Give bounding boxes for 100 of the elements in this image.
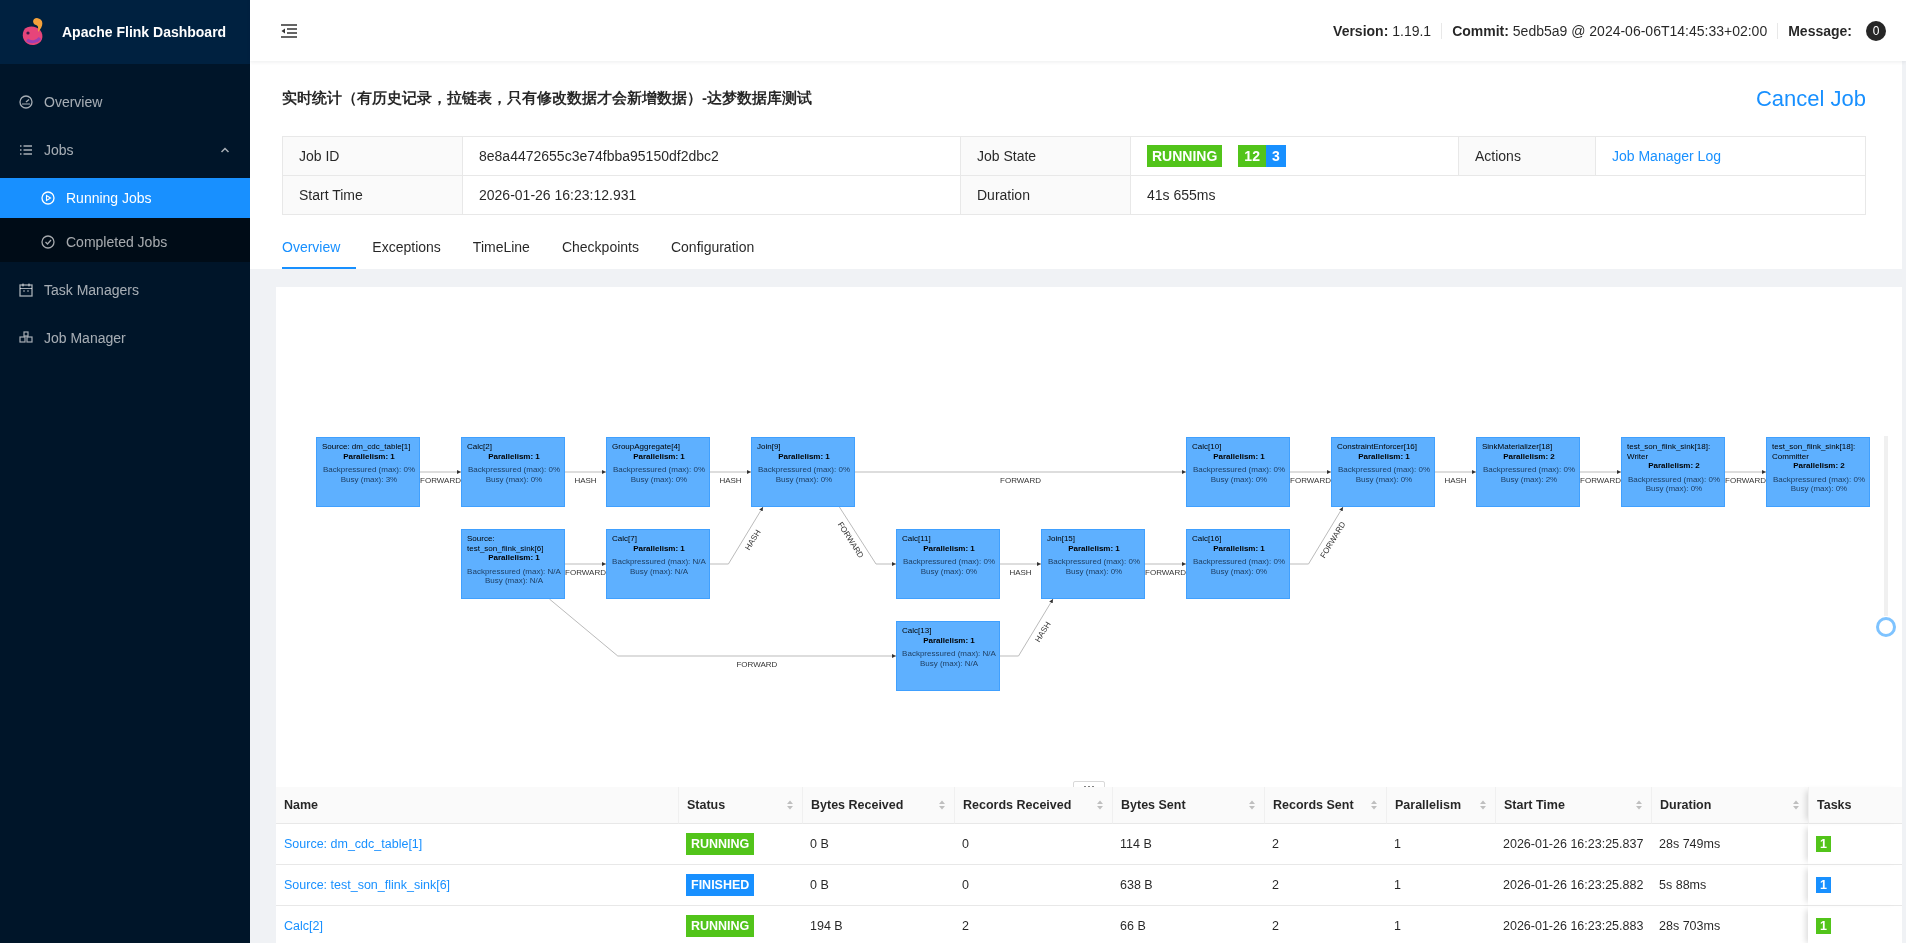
node-metric: Backpressured (max): N/A xyxy=(612,557,706,567)
node-metric: Backpressured (max): 0% xyxy=(323,465,415,475)
node-metric: Backpressured (max): 0% xyxy=(1048,557,1140,567)
task-count-badge: 1 xyxy=(1816,918,1831,934)
node-parallelism: Parallelism: 1 xyxy=(1068,543,1120,554)
node-title: Calc[13] xyxy=(902,626,932,636)
edge-label: HASH xyxy=(1009,568,1032,577)
node-title: Join[9] xyxy=(757,442,781,452)
check-circle-icon xyxy=(40,234,56,250)
node-metric: Busy (max): N/A xyxy=(629,566,689,577)
detail-label: Duration xyxy=(961,176,1131,214)
node-title: Calc[11] xyxy=(902,534,931,544)
operator-node[interactable]: Calc[7] Parallelism: 1 Backpressured (max): N/A Busy (max): N/A xyxy=(606,529,710,599)
node-metric: Busy (max): N/A xyxy=(484,576,544,586)
sidebar-item[interactable]: Completed Jobs xyxy=(0,222,250,262)
tab[interactable]: Configuration xyxy=(670,239,771,269)
operator-node[interactable]: SinkMaterializer[18] Parallelism: 2 Backpressured (max): 0% Busy (max): 2% xyxy=(1476,437,1580,507)
node-title: SinkMaterializer[18] xyxy=(1482,442,1553,452)
column-header[interactable]: Duration xyxy=(1651,787,1808,824)
table-cell: 2 xyxy=(1264,824,1386,865)
operator-node[interactable]: Calc[13] Parallelism: 1 Backpressured (max): N/A Busy (max): N/A xyxy=(896,621,1000,691)
node-parallelism: Parallelism: 1 xyxy=(488,553,540,563)
node-metric: Busy (max): 0% xyxy=(1210,566,1268,577)
calendar-icon xyxy=(18,282,34,298)
node-metric: Backpressured (max): 0% xyxy=(1193,557,1285,567)
operator-node[interactable]: Source: test_son_flink_sink[6] Parallelism: 1 Backpressured (max): N/A Busy (max): N/A xyxy=(461,529,565,599)
edge-arrow xyxy=(838,506,897,566)
zoom-slider-handle[interactable] xyxy=(1876,617,1896,637)
edge-label: FORWARD xyxy=(1145,568,1186,577)
node-metric: Busy (max): 0% xyxy=(1065,566,1123,577)
edge-arrow xyxy=(1434,470,1477,474)
node-parallelism: Parallelism: 1 xyxy=(633,543,685,554)
column-header[interactable]: Records Sent xyxy=(1264,787,1386,824)
node-metric: Backpressured (max): 0% xyxy=(1628,474,1720,485)
detail-label: Job State xyxy=(961,137,1131,176)
edge-label: HASH xyxy=(1444,476,1467,485)
operator-node[interactable]: test_son_flink_sink[18]: Writer Parallelism: 2 Backpressured (max): 0% Busy (max): 0% xyxy=(1621,437,1725,507)
sidebar-item[interactable]: Jobs xyxy=(0,126,250,174)
operator-node[interactable]: Calc[2] Parallelism: 1 Backpressured (max): 0% Busy (max): 0% xyxy=(461,437,565,507)
operator-node[interactable]: GroupAggregate[4] Parallelism: 1 Backpressured (max): 0% Busy (max): 0% xyxy=(606,437,710,507)
column-header[interactable]: Bytes Received xyxy=(802,787,954,824)
node-parallelism: Parallelism: 1 xyxy=(488,451,540,462)
node-title: Calc[16] xyxy=(1192,534,1222,544)
operator-node[interactable]: test_son_flink_sink[18]: Committer Parallelism: 2 Backpressured (max): 0% Busy (max): 0% xyxy=(1766,437,1870,507)
node-parallelism: Parallelism: 1 xyxy=(923,543,975,554)
table-cell: 1 xyxy=(1386,906,1495,943)
tab[interactable]: Checkpoints xyxy=(561,239,655,269)
tab[interactable]: Exceptions xyxy=(372,239,457,269)
column-header[interactable]: Parallelism xyxy=(1386,787,1495,824)
node-parallelism: Parallelism: 1 xyxy=(923,635,975,646)
task-count-badge: 1 xyxy=(1816,877,1831,893)
column-header[interactable]: Records Received xyxy=(954,787,1112,824)
operator-node[interactable]: ConstraintEnforcer[16] Parallelism: 1 Backpressured (max): 0% Busy (max): 0% xyxy=(1331,437,1435,507)
tab[interactable]: TimeLine xyxy=(472,239,546,269)
node-metric: Backpressured (max): 0% xyxy=(1483,465,1575,475)
edge-arrow xyxy=(1289,470,1332,474)
node-metric: Backpressured (max): 0% xyxy=(613,465,705,475)
job-title: 实时统计（有历史记录，拉链表，只有修改数据才会新增数据）-达梦数据库测试 xyxy=(282,89,812,108)
edge-arrow xyxy=(1579,470,1622,474)
node-metric: Backpressured (max): 0% xyxy=(1338,465,1430,475)
table-cell: 1 xyxy=(1386,865,1495,906)
list-icon xyxy=(18,142,34,158)
table-cell: 638 B xyxy=(1112,865,1264,906)
table-cell: 5s 88ms xyxy=(1651,865,1808,906)
operator-node[interactable]: Calc[16] Parallelism: 1 Backpressured (max): 0% Busy (max): 0% xyxy=(1186,529,1290,599)
node-metric: Busy (max): 0% xyxy=(485,474,543,485)
edge-label: FORWARD xyxy=(565,568,606,577)
edge-arrow xyxy=(1144,562,1187,566)
node-metric: Backpressured (max): N/A xyxy=(902,649,996,659)
node-title: test_son_flink_sink[18]: Writer xyxy=(1627,442,1712,462)
edge-label: HASH xyxy=(719,476,742,485)
table-cell: 2026-01-26 16:23:25.837 xyxy=(1495,824,1651,865)
operator-node[interactable]: Join[15] Parallelism: 1 Backpressured (max): 0% Busy (max): 0% xyxy=(1041,529,1145,599)
node-parallelism: Parallelism: 1 xyxy=(778,451,830,462)
edge-label: FORWARD xyxy=(1725,476,1766,485)
node-title: Calc[7] xyxy=(612,534,637,544)
edge-label: FORWARD xyxy=(1290,476,1331,485)
edge-label: FORWARD xyxy=(1580,476,1621,485)
message-count[interactable]: 0 xyxy=(1866,20,1886,41)
column-header[interactable]: Status xyxy=(678,787,802,824)
edge-arrow xyxy=(709,506,764,565)
column-header[interactable]: Bytes Sent xyxy=(1112,787,1264,824)
status-badge: RUNNING xyxy=(686,915,755,937)
message-label: Message: xyxy=(1788,22,1852,39)
column-header: Tasks xyxy=(1808,787,1902,824)
node-metric: Busy (max): 0% xyxy=(920,566,978,577)
node-metric: Backpressured (max): 0% xyxy=(1193,465,1285,475)
task-count-badge: 3 xyxy=(1265,145,1286,167)
column-header[interactable]: Start Time xyxy=(1495,787,1651,824)
sidebar-item[interactable]: Job Manager xyxy=(0,314,250,362)
sidebar-item[interactable]: Overview xyxy=(0,78,250,126)
table-cell: 1 xyxy=(1386,824,1495,865)
sidebar-item[interactable]: Task Managers xyxy=(0,266,250,314)
operator-node[interactable]: Calc[10] Parallelism: 1 Backpressured (max): 0% Busy (max): 0% xyxy=(1186,437,1290,507)
operator-node[interactable]: Join[9] Parallelism: 1 Backpressured (max): 0% Busy (max): 0% xyxy=(751,437,855,507)
node-metric: Backpressured (max): N/A xyxy=(467,566,561,577)
operator-node[interactable]: Calc[11] Parallelism: 1 Backpressured (max): 0% Busy (max): 0% xyxy=(896,529,1000,599)
menu-fold-icon[interactable] xyxy=(280,22,298,39)
operator-node[interactable]: Source: dm_cdc_table[1] Parallelism: 1 Backpressured (max): 0% Busy (max): 3% xyxy=(316,437,420,507)
table-cell: 0 xyxy=(954,824,1112,865)
